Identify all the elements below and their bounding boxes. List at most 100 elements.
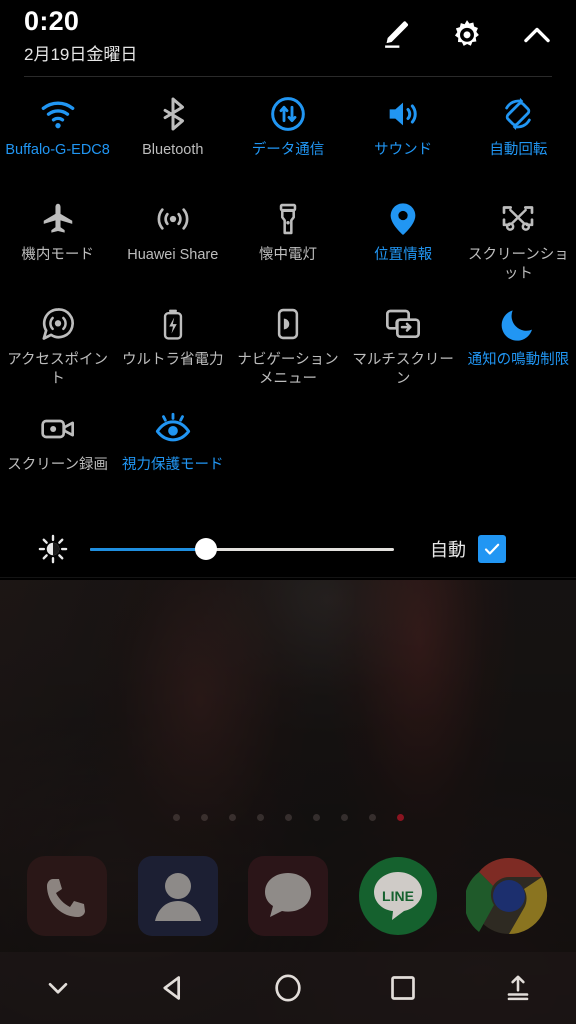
- tile-label: 視力保護モード: [122, 457, 224, 473]
- dock-app-chrome[interactable]: [464, 851, 554, 941]
- screen-record-icon: [36, 407, 80, 451]
- tile-huawei-share[interactable]: Huawei Share: [115, 191, 230, 296]
- page-dot: [312, 814, 320, 821]
- tile-label: サウンド: [374, 142, 433, 158]
- svg-text:LINE: LINE: [382, 888, 414, 904]
- bluetooth-icon: [151, 92, 195, 136]
- check-icon: [484, 543, 500, 555]
- tile-label: ウルトラ省電力: [122, 352, 224, 368]
- home-page-indicator: [0, 814, 576, 821]
- brightness-row: 自動: [0, 520, 576, 578]
- tile-location[interactable]: 位置情報: [346, 191, 461, 296]
- eject-icon: [508, 975, 529, 1001]
- tile-label: スクリーンショット: [467, 247, 569, 282]
- quick-settings-tiles: Buffalo-G-EDC8 Bluetooth データ通信 サウンド 自動回転…: [0, 86, 576, 506]
- nav-home-button[interactable]: [230, 952, 345, 1024]
- mobile-data-icon: [266, 92, 310, 136]
- nav-back-button[interactable]: [115, 952, 230, 1024]
- auto-brightness-checkbox[interactable]: [478, 535, 506, 563]
- battery-saver-icon: [151, 302, 195, 346]
- chevron-up-icon[interactable]: [518, 16, 556, 54]
- tile-auto-rotate[interactable]: 自動回転: [461, 86, 576, 191]
- tile-ultra-power-saving[interactable]: ウルトラ省電力: [115, 296, 230, 401]
- dock-app-messages[interactable]: [243, 851, 333, 941]
- header-divider: [24, 76, 552, 77]
- tile-label: スクリーン録画: [7, 457, 108, 473]
- tile-bluetooth[interactable]: Bluetooth: [115, 86, 230, 191]
- tile-hotspot[interactable]: アクセスポイント: [0, 296, 115, 401]
- page-dot: [284, 814, 292, 821]
- huawei-share-icon: [151, 197, 195, 241]
- tile-label: ナビゲーションメニュー: [237, 352, 339, 387]
- location-pin-icon: [381, 197, 425, 241]
- quick-settings-header: 0:20 2月19日金曜日: [0, 0, 576, 77]
- tile-flashlight[interactable]: 懐中電灯: [230, 191, 345, 296]
- multi-screen-icon: [381, 302, 425, 346]
- tile-do-not-disturb[interactable]: 通知の鳴動制限: [461, 296, 576, 401]
- nav-recents-button[interactable]: [346, 952, 461, 1024]
- edit-pencil-icon[interactable]: [378, 16, 416, 54]
- tile-label: マルチスクリーン: [352, 352, 454, 387]
- line-icon: LINE: [359, 857, 438, 935]
- tile-navigation-menu[interactable]: ナビゲーションメニュー: [230, 296, 345, 401]
- system-navigation-bar: [0, 952, 576, 1024]
- dock-app-contacts[interactable]: [133, 851, 223, 941]
- tile-label: 懐中電灯: [258, 247, 317, 263]
- nav-collapse-button[interactable]: [0, 952, 115, 1024]
- tile-wifi[interactable]: Buffalo-G-EDC8: [0, 86, 115, 191]
- tile-label: 機内モード: [21, 247, 94, 263]
- wifi-icon: [36, 92, 80, 136]
- slider-fill: [90, 547, 206, 551]
- tile-sound[interactable]: サウンド: [346, 86, 461, 191]
- navigation-menu-icon: [266, 302, 310, 346]
- tile-label: Buffalo-G-EDC8: [5, 142, 110, 158]
- chrome-icon: [465, 857, 547, 935]
- dock-app-line[interactable]: LINE: [353, 851, 443, 941]
- auto-brightness-label: 自動: [430, 540, 466, 560]
- slider-thumb[interactable]: [194, 538, 217, 560]
- tile-label: 位置情報: [374, 247, 433, 263]
- tile-label: 自動回転: [489, 142, 548, 158]
- phone-icon: [27, 856, 108, 936]
- eye-comfort-icon: [151, 407, 195, 451]
- tile-label: データ通信: [251, 142, 325, 158]
- tile-label: アクセスポイント: [7, 352, 108, 387]
- home-circle-icon: [275, 974, 301, 1002]
- auto-rotate-icon: [496, 92, 540, 136]
- nav-dock-button[interactable]: [461, 952, 576, 1024]
- tile-label: Bluetooth: [142, 142, 204, 158]
- recents-square-icon: [391, 976, 416, 1000]
- back-triangle-icon: [163, 976, 180, 1000]
- page-dot: [340, 814, 348, 821]
- tile-label: Huawei Share: [127, 247, 219, 263]
- page-dot: [228, 814, 236, 821]
- tile-mobile-data[interactable]: データ通信: [230, 86, 345, 191]
- moon-icon: [496, 302, 540, 346]
- page-dot-active: [396, 814, 404, 821]
- airplane-icon: [36, 197, 80, 241]
- tile-multi-screen[interactable]: マルチスクリーン: [346, 296, 461, 401]
- brightness-icon[interactable]: [38, 534, 68, 564]
- contacts-icon: [137, 856, 218, 936]
- page-dot: [200, 814, 208, 821]
- screenshot-icon: [496, 197, 540, 241]
- dock-app-phone[interactable]: [22, 851, 112, 941]
- tile-screen-record[interactable]: スクリーン録画: [0, 401, 115, 506]
- flashlight-icon: [266, 197, 310, 241]
- messages-icon: [247, 856, 328, 936]
- tile-eye-comfort[interactable]: 視力保護モード: [115, 401, 230, 506]
- gear-icon[interactable]: [448, 16, 486, 54]
- tile-label: 通知の鳴動制限: [467, 352, 570, 368]
- page-dot: [256, 814, 264, 821]
- home-dock: LINE: [0, 850, 576, 942]
- brightness-slider[interactable]: [90, 538, 394, 560]
- page-dot: [172, 814, 180, 821]
- header-actions: [378, 16, 556, 54]
- sound-icon: [381, 92, 425, 136]
- tile-screenshot[interactable]: スクリーンショット: [461, 191, 576, 296]
- status-date: 2月19日金曜日: [24, 45, 138, 64]
- page-dot: [368, 814, 376, 821]
- phone-screen: LINE 0:20 2月19日金曜日 Buffalo-G-EDC8 Blueto…: [0, 0, 576, 1024]
- panel-bottom-divider: [0, 577, 576, 578]
- tile-airplane-mode[interactable]: 機内モード: [0, 191, 115, 296]
